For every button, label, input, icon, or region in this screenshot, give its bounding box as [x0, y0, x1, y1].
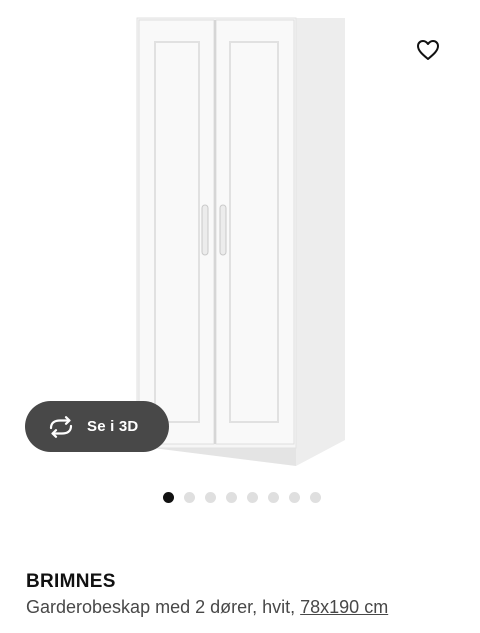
- product-name: BRIMNES: [26, 571, 116, 592]
- product-description: Garderobeskap med 2 dører, hvit, 78x190 …: [26, 597, 388, 618]
- gallery-dot-6[interactable]: [268, 492, 279, 503]
- product-size-link[interactable]: 78x190 cm: [300, 597, 388, 617]
- gallery-dot-2[interactable]: [184, 492, 195, 503]
- rotate-arrows-icon: [47, 415, 75, 438]
- product-description-text: Garderobeskap med 2 dører, hvit,: [26, 597, 301, 617]
- gallery-dot-7[interactable]: [289, 492, 300, 503]
- gallery-dot-8[interactable]: [310, 492, 321, 503]
- view-in-3d-button[interactable]: Se i 3D: [25, 401, 169, 452]
- view-in-3d-label: Se i 3D: [87, 418, 139, 435]
- gallery-dot-3[interactable]: [205, 492, 216, 503]
- favorite-button[interactable]: [410, 32, 446, 68]
- gallery-dot-5[interactable]: [247, 492, 258, 503]
- heart-outline-icon: [417, 40, 439, 60]
- gallery-dot-4[interactable]: [226, 492, 237, 503]
- gallery-dot-1[interactable]: [163, 492, 174, 503]
- product-image-gallery[interactable]: Se i 3D: [0, 0, 480, 520]
- gallery-pagination: [163, 492, 321, 503]
